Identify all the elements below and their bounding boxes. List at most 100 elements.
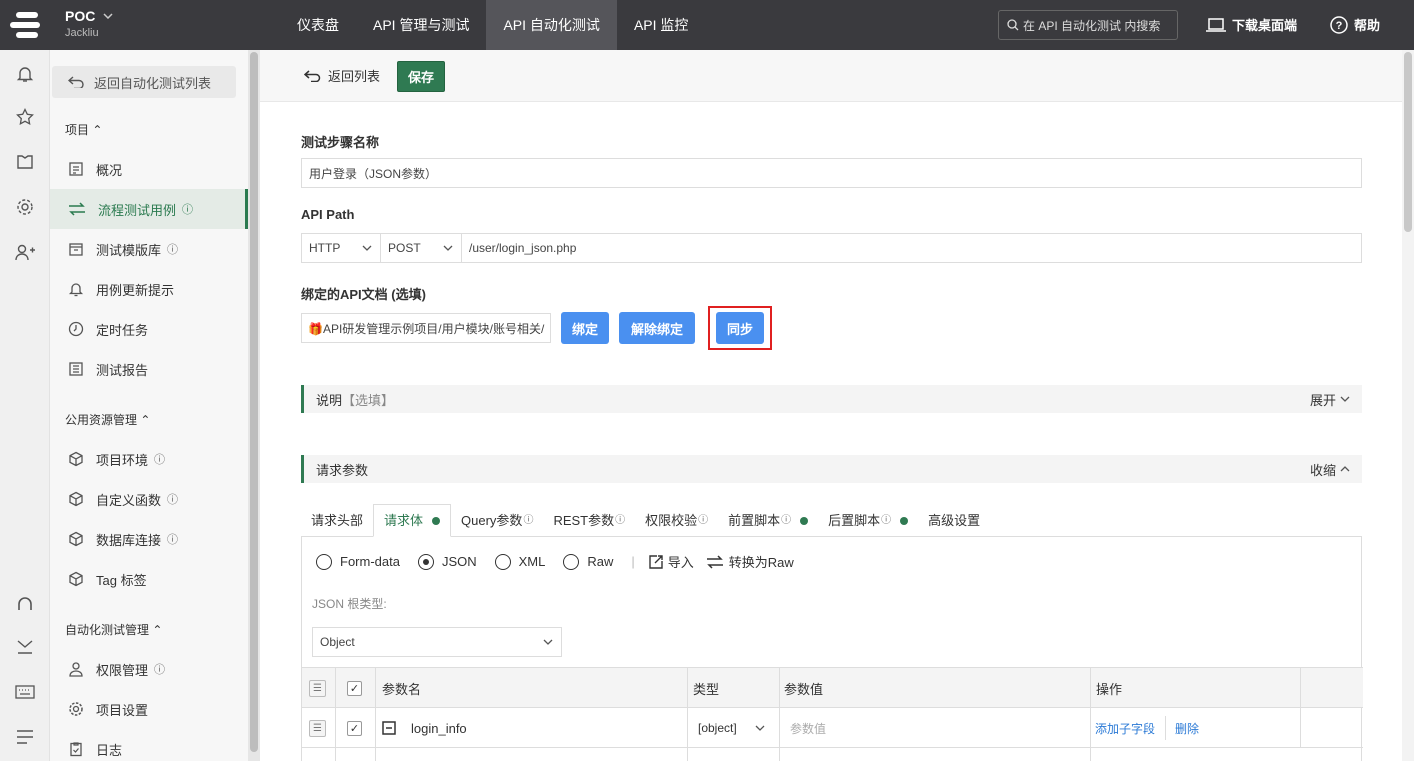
param-type-select[interactable]: [object] (698, 708, 765, 748)
sidebar-item-project_items-2[interactable]: 测试模版库 ⓘ (50, 229, 248, 269)
param-tab-6[interactable]: 后置脚本 ⓘ (818, 504, 918, 537)
sidebar-item-label: 用例更新提示 (96, 282, 175, 298)
sidebar-item-public_items-1[interactable]: 自定义函数 ⓘ (50, 479, 248, 519)
bell-icon (68, 281, 84, 297)
step-name-field[interactable]: 用户登录（JSON参数） (301, 158, 1362, 188)
info-icon[interactable]: ⓘ (182, 201, 193, 217)
info-icon[interactable]: ⓘ (167, 531, 178, 547)
delete-link[interactable]: 删除 (1175, 720, 1199, 737)
param-type-value: [object] (698, 721, 737, 735)
info-icon[interactable]: ⓘ (154, 661, 165, 677)
bell-icon[interactable] (13, 62, 37, 86)
param-tab-2[interactable]: Query参数 ⓘ (451, 504, 543, 537)
drag-handle-icon[interactable]: ☰ (309, 719, 326, 737)
expand-toggle[interactable]: 展开 (1310, 390, 1350, 409)
main-scrollbar[interactable] (1402, 50, 1414, 761)
unbind-button[interactable]: 解除绑定 (619, 312, 695, 344)
side-menu-scrollbar[interactable] (248, 50, 260, 761)
search-input[interactable]: 在 API 自动化测试 内搜索 (998, 10, 1178, 40)
sidebar-item-public_items-3[interactable]: Tag 标签 (50, 559, 248, 599)
param-name[interactable]: login_info (411, 721, 467, 736)
sidebar-item-public_items-2[interactable]: 数据库连接 ⓘ (50, 519, 248, 559)
description-section[interactable]: 说明【选填】 展开 (301, 385, 1362, 413)
gear-icon[interactable] (13, 195, 37, 219)
keyboard-icon[interactable] (13, 680, 37, 704)
sidebar-item-project_items-4[interactable]: 定时任务 (50, 309, 248, 349)
info-icon[interactable]: ⓘ (167, 491, 178, 507)
info-icon[interactable]: ⓘ (154, 451, 165, 467)
json-root-type-select[interactable]: Object (312, 627, 562, 657)
format-radio-2[interactable]: XML (494, 553, 545, 570)
info-icon: ⓘ (781, 515, 792, 526)
back-to-list-label: 返回自动化测试列表 (94, 75, 212, 91)
path-input[interactable]: /user/login_json.php (461, 233, 1362, 263)
headset-icon[interactable] (13, 592, 37, 616)
help-button[interactable]: ? 帮助 (1330, 15, 1380, 34)
clipboard-icon (68, 741, 84, 757)
save-button[interactable]: 保存 (397, 61, 445, 92)
param-tab-4[interactable]: 权限校验 ⓘ (635, 504, 718, 537)
sidebar-item-project_items-1[interactable]: 流程测试用例 ⓘ (50, 189, 248, 229)
back-arrow-icon (304, 69, 321, 82)
param-tab-5[interactable]: 前置脚本 ⓘ (718, 504, 818, 537)
sidebar-item-auto_items-1[interactable]: 项目设置 (50, 689, 248, 729)
add-user-icon[interactable] (13, 240, 37, 264)
select-all-checkbox[interactable]: ✓ (347, 680, 362, 696)
row-checkbox[interactable]: ✓ (347, 720, 362, 736)
bind-button[interactable]: 绑定 (561, 312, 609, 344)
param-tab-3[interactable]: REST参数 ⓘ (543, 504, 635, 537)
swap-icon (68, 202, 86, 216)
radio-circle-icon (563, 553, 580, 570)
method-select[interactable]: POST (380, 233, 462, 263)
convert-to-raw-button[interactable]: 转换为Raw (706, 552, 794, 571)
svg-text:?: ? (1336, 20, 1343, 32)
gear-icon (68, 701, 84, 717)
radio-circle-icon (316, 553, 332, 570)
collapse-toggle[interactable]: 收缩 (1310, 460, 1350, 479)
chevron-up-icon (1340, 466, 1350, 472)
download-desktop-button[interactable]: 下载桌面端 (1206, 15, 1297, 34)
menu-icon[interactable] (13, 725, 37, 749)
add-child-field-link[interactable]: 添加子字段 (1095, 720, 1155, 737)
nav-tab-1[interactable]: API 管理与测试 (356, 0, 486, 50)
sidebar-item-public_items-0[interactable]: 项目环境 ⓘ (50, 439, 248, 479)
caret-up-icon: ⌃ (140, 413, 151, 427)
protocol-select[interactable]: HTTP (301, 233, 381, 263)
logo-icon[interactable] (0, 0, 50, 50)
project-switcher[interactable]: POC Jackliu (65, 8, 113, 39)
info-icon[interactable]: ⓘ (167, 241, 178, 257)
format-label: Form-data (340, 554, 400, 569)
collapse-node-icon[interactable] (382, 721, 396, 735)
bind-doc-label: 绑定的API文档 (选填) (301, 287, 426, 302)
sidebar-item-project_items-0[interactable]: 概况 (50, 149, 248, 189)
import-button[interactable]: 导入 (649, 552, 694, 571)
nav-tab-3[interactable]: API 监控 (617, 0, 705, 50)
section-public-resources[interactable]: 公用资源管理 ⌃ (65, 411, 150, 428)
sidebar-item-auto_items-0[interactable]: 权限管理 ⓘ (50, 649, 248, 689)
sidebar-item-project_items-5[interactable]: 测试报告 (50, 349, 248, 389)
param-tab-1[interactable]: 请求体 (373, 504, 452, 537)
param-tab-0[interactable]: 请求头部 (301, 504, 373, 537)
drag-handle-icon[interactable]: ☰ (309, 679, 326, 697)
param-tabs: 请求头部 请求体 Query参数 ⓘ REST参数 ⓘ 权限校验 ⓘ 前置脚本 ⓘ 后置脚本 ⓘ 高级设… (301, 504, 990, 537)
format-radio-0[interactable]: Form-data (316, 553, 400, 570)
param-tab-7[interactable]: 高级设置 (918, 504, 990, 537)
section-project[interactable]: 项目 ⌃ (65, 121, 102, 138)
format-radio-3[interactable]: Raw (563, 553, 613, 570)
star-icon[interactable] (13, 105, 37, 129)
sidebar-item-project_items-3[interactable]: 用例更新提示 (50, 269, 248, 309)
protocol-value: HTTP (309, 241, 341, 255)
nav-tab-0[interactable]: 仪表盘 (280, 0, 356, 50)
section-auto-test-management[interactable]: 自动化测试管理 ⌃ (65, 621, 162, 638)
bound-doc-field[interactable]: 🎁API研发管理示例项目/用户模块/账号相关/ (301, 313, 551, 343)
back-to-list-link[interactable]: 返回列表 (304, 66, 380, 85)
nav-tab-2[interactable]: API 自动化测试 (486, 0, 617, 50)
format-radio-1[interactable]: JSON (417, 553, 477, 570)
download-tray-icon[interactable] (13, 635, 37, 659)
shirt-icon[interactable] (13, 150, 37, 174)
back-to-list-button[interactable]: 返回自动化测试列表 (52, 66, 236, 98)
convert-to-raw-label: 转换为Raw (728, 555, 794, 570)
sidebar-item-auto_items-2[interactable]: 日志 (50, 729, 248, 761)
param-value-input[interactable]: 参数值 (790, 708, 826, 748)
request-params-section[interactable]: 请求参数 收缩 (301, 455, 1362, 483)
